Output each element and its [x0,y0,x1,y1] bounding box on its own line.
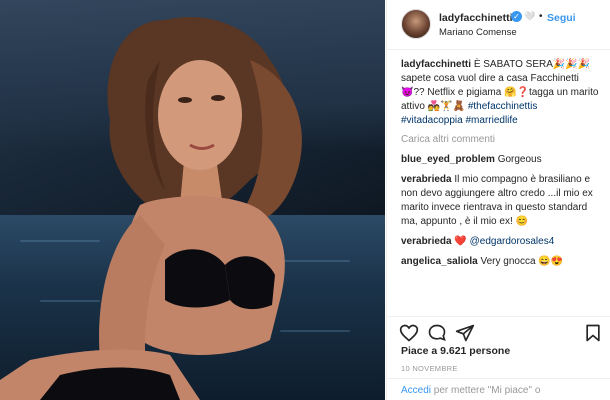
comment-text: ❤️ [454,236,467,247]
separator-dot: • [539,11,543,22]
bookmark-icon[interactable] [583,323,603,343]
post-location[interactable]: Mariano Comense [439,27,517,38]
post-side-panel: ladyfacchinetti ✓ 🤍 • Segui Mariano Come… [386,0,610,400]
comment-username[interactable]: blue_eyed_problem [401,154,495,165]
post-date: 10 NOVEMBRE [401,364,458,373]
follow-button[interactable]: Segui [547,12,576,24]
heart-icon[interactable] [399,323,419,343]
login-prompt-text: per mettere "Mi piace" o [433,385,541,396]
avatar[interactable] [401,9,431,39]
likes-count[interactable]: Piace a 9.621 persone [401,345,510,357]
comment-item: blue_eyed_problem Gorgeous [401,153,601,167]
caption: ladyfacchinetti È SABATO SERA🎉🎉🎉 sapete … [401,58,601,128]
comment-username[interactable]: verabrieda [401,174,452,185]
post-header: ladyfacchinetti ✓ 🤍 • Segui Mariano Come… [387,0,610,50]
post-photo[interactable] [0,0,385,400]
post-actions-bar [387,316,610,346]
caption-username[interactable]: ladyfacchinetti [401,59,471,70]
comment-text: Gorgeous [497,154,542,165]
comment-mention[interactable]: @edgardorosales4 [470,236,555,247]
comment-item: angelica_saliola Very gnocca 😄😍 [401,255,601,269]
comments-section: ladyfacchinetti È SABATO SERA🎉🎉🎉 sapete … [401,58,601,275]
verified-badge-icon: ✓ [511,11,522,22]
photo-figure [0,16,302,400]
comment-icon[interactable] [427,323,447,343]
comment-item: verabrieda Il mio compagno è brasiliano … [401,173,601,229]
comment-text: Very gnocca 😄😍 [480,256,564,267]
login-link[interactable]: Accedi [401,385,431,396]
comment-username[interactable]: verabrieda [401,236,452,247]
post-username[interactable]: ladyfacchinetti [439,12,513,24]
comment-item: verabrieda ❤️ @edgardorosales4 [401,235,601,249]
login-prompt: Accedi per mettere "Mi piace" o [387,378,610,400]
header-emoji: 🤍 [524,11,536,21]
load-more-comments-button[interactable]: Carica altri commenti [401,134,601,145]
comment-username[interactable]: angelica_saliola [401,256,478,267]
share-icon[interactable] [455,323,475,343]
